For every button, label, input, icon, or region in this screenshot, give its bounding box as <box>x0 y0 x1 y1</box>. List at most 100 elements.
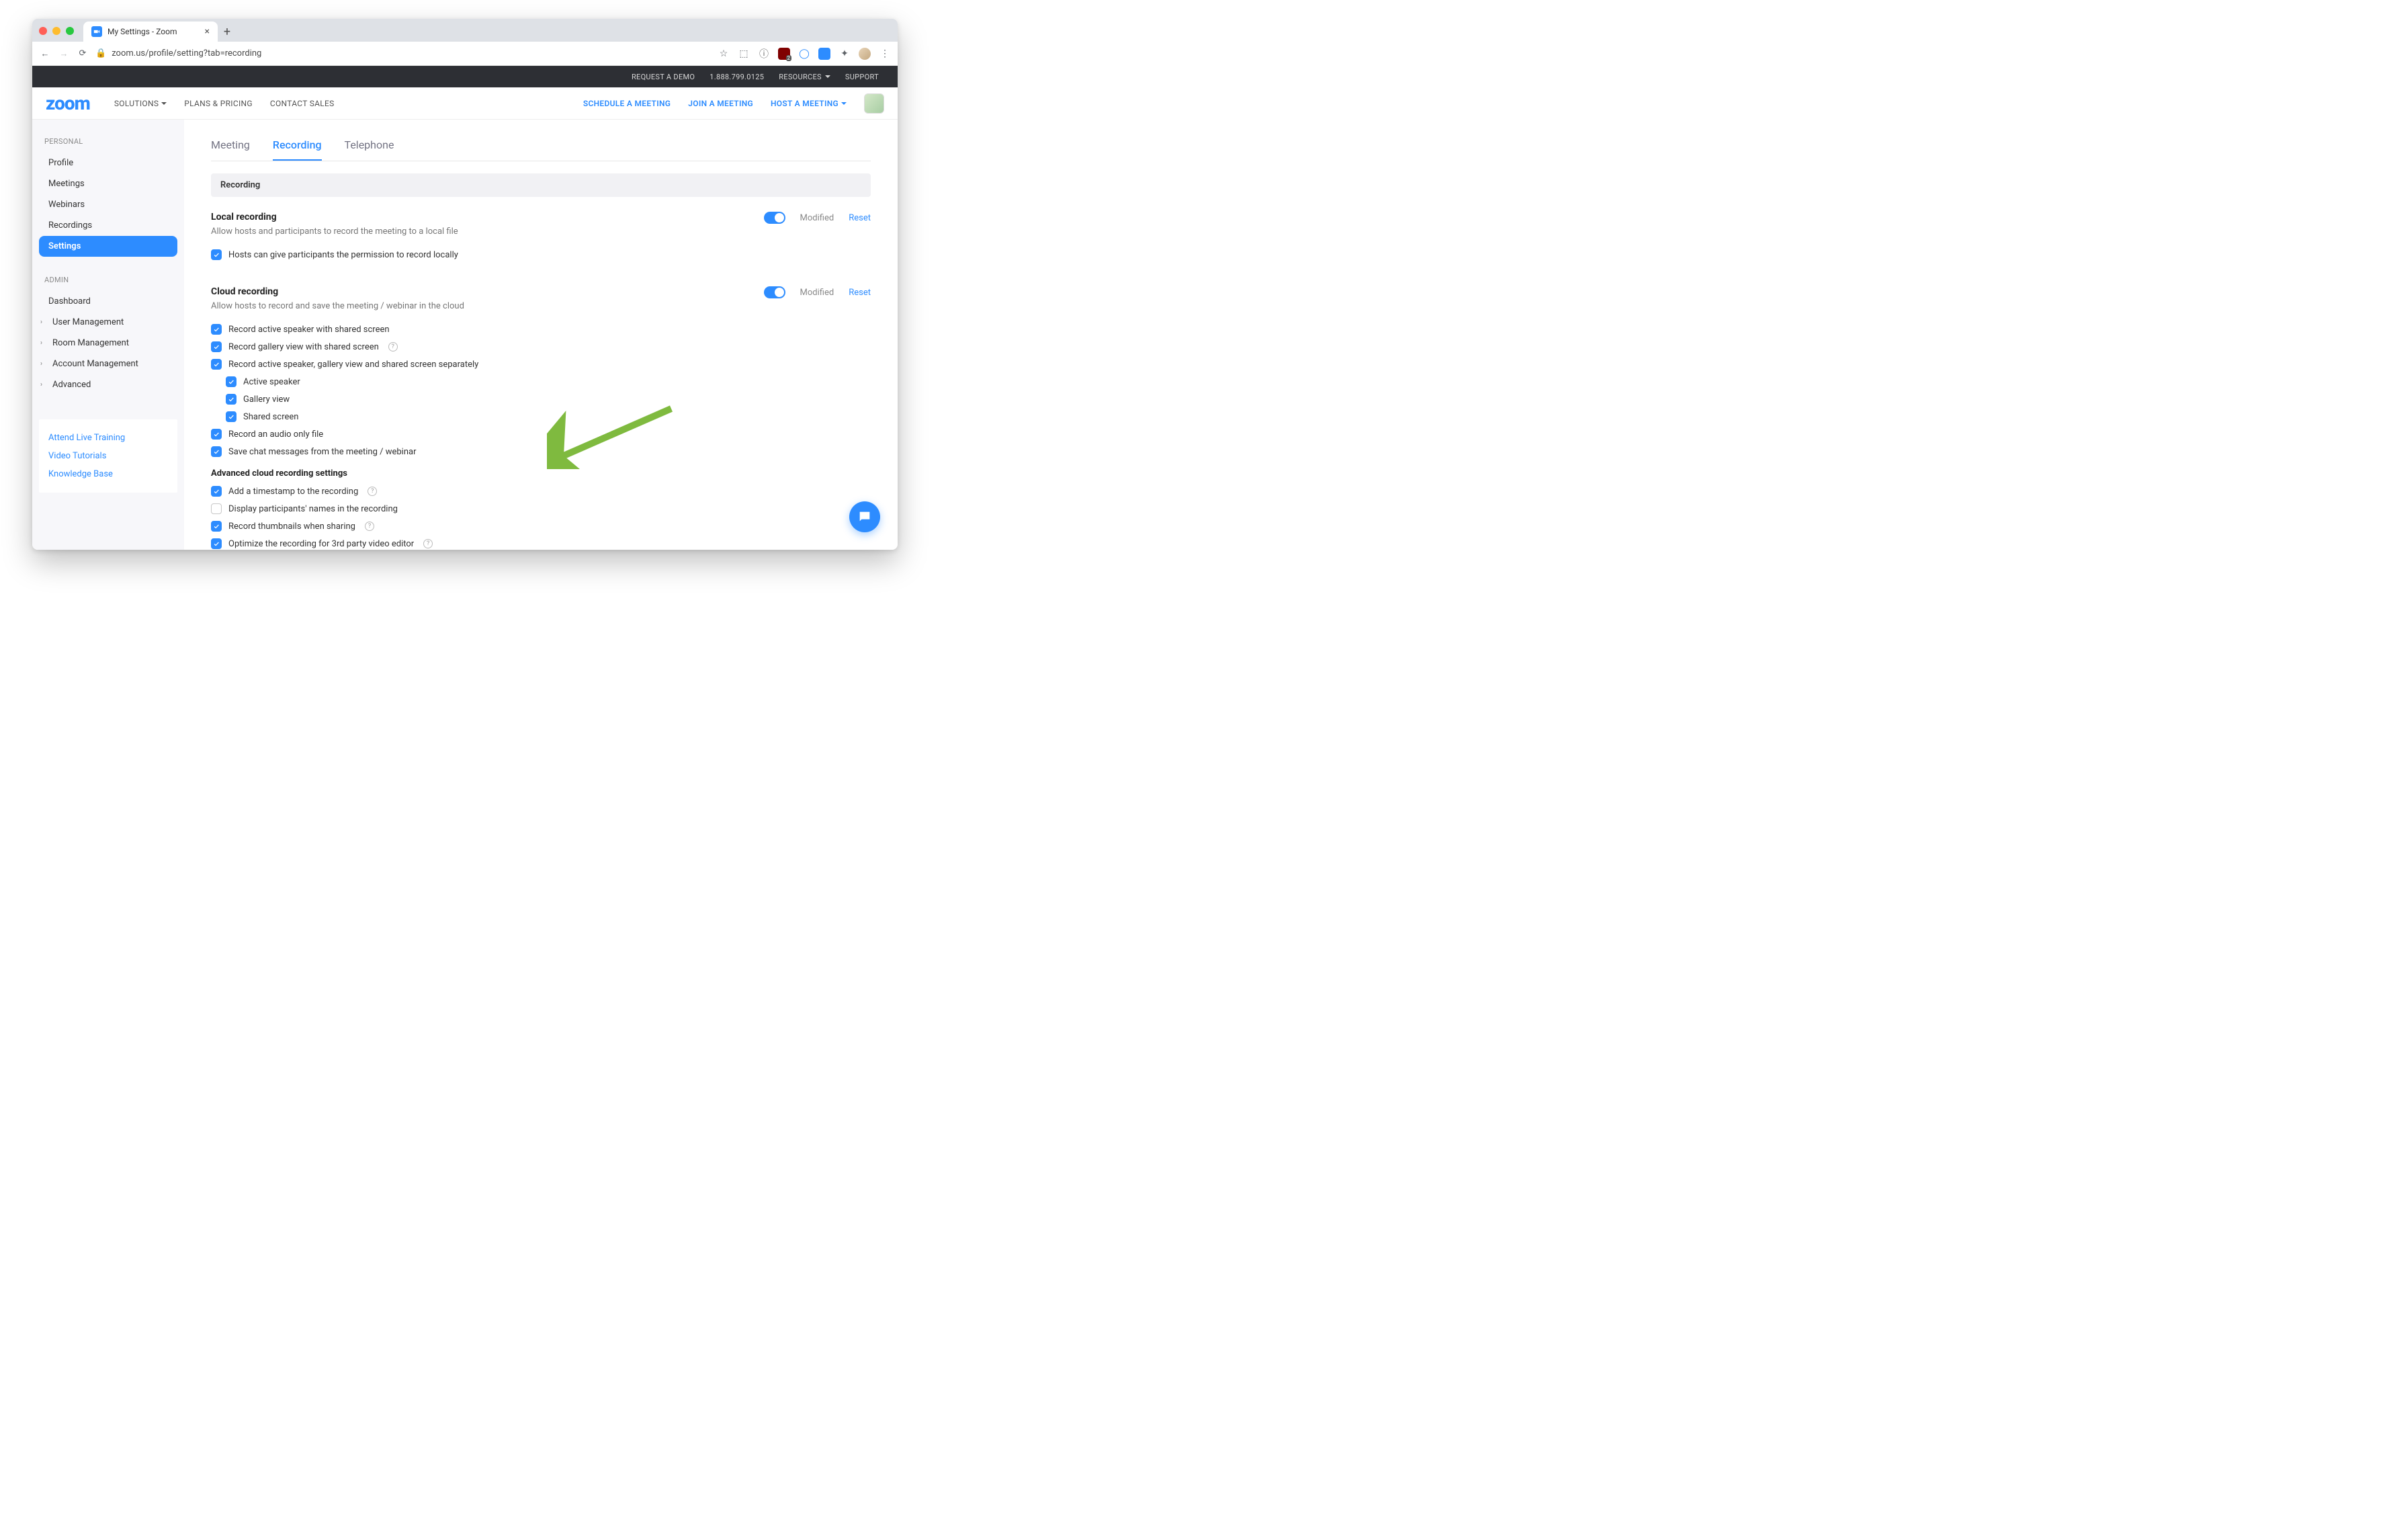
tab-telephone[interactable]: Telephone <box>345 134 394 161</box>
active-speaker-sub-label: Active speaker <box>243 377 300 387</box>
ublock-icon[interactable]: 2 <box>778 48 790 60</box>
local-recording-desc: Allow hosts and participants to record t… <box>211 226 681 237</box>
nav-host-meeting[interactable]: HOST A MEETING <box>771 99 847 108</box>
save-chat-checkbox[interactable] <box>211 446 222 457</box>
advanced-settings-header: Advanced cloud recording settings <box>211 468 871 479</box>
display-names-label: Display participants' names in the recor… <box>228 504 398 514</box>
settings-sidebar: PERSONAL Profile Meetings Webinars Recor… <box>32 120 184 550</box>
sidebar-item-settings[interactable]: Settings <box>39 236 177 257</box>
personal-section-label: PERSONAL <box>39 133 177 153</box>
back-button[interactable]: ← <box>39 48 51 59</box>
chevron-right-icon: › <box>40 319 48 326</box>
record-active-speaker-checkbox[interactable] <box>211 324 222 335</box>
new-tab-button[interactable]: + <box>218 22 236 42</box>
chat-support-button[interactable] <box>849 501 880 532</box>
admin-section-label: ADMIN <box>39 272 177 291</box>
profile-avatar-icon[interactable] <box>859 48 871 60</box>
help-icon[interactable]: ? <box>388 342 398 351</box>
sidebar-item-recordings[interactable]: Recordings <box>39 215 177 236</box>
local-hosts-permission-label: Hosts can give participants the permissi… <box>228 250 458 260</box>
sidebar-item-advanced[interactable]: ›Advanced <box>39 374 177 395</box>
browser-tab[interactable]: My Settings - Zoom × <box>83 22 218 42</box>
optimize-3rdparty-checkbox[interactable] <box>211 538 222 549</box>
phone-number[interactable]: 1.888.799.0125 <box>710 73 764 81</box>
sidebar-item-account-management[interactable]: ›Account Management <box>39 354 177 374</box>
cloud-recording-setting: Cloud recording Allow hosts to record an… <box>211 286 871 550</box>
minimize-window-button[interactable] <box>52 27 60 35</box>
record-separately-label: Record active speaker, gallery view and … <box>228 360 478 370</box>
close-tab-icon[interactable]: × <box>205 27 210 36</box>
cloud-recording-toggle[interactable] <box>764 286 785 298</box>
record-separately-checkbox[interactable] <box>211 359 222 370</box>
star-icon[interactable]: ☆ <box>718 48 730 60</box>
browser-toolbar: ← → ⟳ 🔒 zoom.us/profile/setting?tab=reco… <box>32 42 898 66</box>
modified-label: Modified <box>800 213 834 223</box>
user-avatar[interactable] <box>864 93 884 114</box>
tab-title: My Settings - Zoom <box>108 27 177 36</box>
sidebar-item-webinars[interactable]: Webinars <box>39 194 177 215</box>
chevron-right-icon: › <box>40 360 48 368</box>
cloud-recording-desc: Allow hosts to record and save the meeti… <box>211 301 681 311</box>
nav-contact[interactable]: CONTACT SALES <box>270 99 335 108</box>
tab-meeting[interactable]: Meeting <box>211 134 250 161</box>
zoom-extension-icon[interactable] <box>818 48 830 60</box>
attend-training-link[interactable]: Attend Live Training <box>47 429 169 447</box>
extension-icon-1[interactable]: ⬚ <box>738 48 750 60</box>
chevron-right-icon: › <box>40 339 48 347</box>
extension-icon-3[interactable]: ◯ <box>798 48 810 60</box>
help-icon[interactable]: ? <box>365 522 374 531</box>
shared-screen-sub-checkbox[interactable] <box>226 411 236 422</box>
timestamp-label: Add a timestamp to the recording <box>228 487 358 497</box>
url-text: zoom.us/profile/setting?tab=recording <box>112 48 261 58</box>
nav-join-meeting[interactable]: JOIN A MEETING <box>688 99 753 108</box>
sidebar-item-room-management[interactable]: ›Room Management <box>39 333 177 354</box>
reset-button[interactable]: Reset <box>849 213 871 223</box>
zoom-main-nav: zoom SOLUTIONS PLANS & PRICING CONTACT S… <box>32 87 898 120</box>
knowledge-base-link[interactable]: Knowledge Base <box>47 465 169 483</box>
tab-recording[interactable]: Recording <box>273 134 322 161</box>
local-hosts-permission-checkbox[interactable] <box>211 249 222 260</box>
sidebar-item-user-management[interactable]: ›User Management <box>39 312 177 333</box>
shared-screen-sub-label: Shared screen <box>243 412 298 422</box>
extension-icon-2[interactable]: ⓘ <box>758 48 770 60</box>
window-controls[interactable] <box>39 27 83 42</box>
reload-button[interactable]: ⟳ <box>77 48 89 58</box>
nav-solutions[interactable]: SOLUTIONS <box>114 99 167 108</box>
sidebar-item-dashboard[interactable]: Dashboard <box>39 291 177 312</box>
cloud-recording-title: Cloud recording <box>211 286 681 297</box>
extensions-menu-icon[interactable]: ✦ <box>838 48 851 60</box>
request-demo-link[interactable]: REQUEST A DEMO <box>632 73 695 81</box>
forward-button[interactable]: → <box>58 48 70 59</box>
local-recording-toggle[interactable] <box>764 212 785 224</box>
video-tutorials-link[interactable]: Video Tutorials <box>47 447 169 465</box>
browser-menu-icon[interactable]: ⋮ <box>879 48 891 60</box>
record-gallery-checkbox[interactable] <box>211 341 222 352</box>
zoom-logo[interactable]: zoom <box>46 92 90 114</box>
sidebar-item-meetings[interactable]: Meetings <box>39 173 177 194</box>
help-icon[interactable]: ? <box>423 539 433 548</box>
audio-only-checkbox[interactable] <box>211 429 222 440</box>
settings-tabs: Meeting Recording Telephone <box>211 134 871 161</box>
resources-dropdown[interactable]: RESOURCES <box>779 73 830 81</box>
optimize-3rdparty-label: Optimize the recording for 3rd party vid… <box>228 539 414 549</box>
help-icon[interactable]: ? <box>368 487 377 496</box>
audio-only-label: Record an audio only file <box>228 429 323 440</box>
timestamp-checkbox[interactable] <box>211 486 222 497</box>
support-link[interactable]: SUPPORT <box>845 73 879 81</box>
url-bar[interactable]: 🔒 zoom.us/profile/setting?tab=recording <box>95 48 711 58</box>
nav-schedule-meeting[interactable]: SCHEDULE A MEETING <box>583 99 671 108</box>
close-window-button[interactable] <box>39 27 47 35</box>
active-speaker-sub-checkbox[interactable] <box>226 376 236 387</box>
sidebar-item-profile[interactable]: Profile <box>39 153 177 173</box>
local-recording-title: Local recording <box>211 212 681 222</box>
gallery-view-sub-checkbox[interactable] <box>226 394 236 405</box>
display-names-checkbox[interactable] <box>211 503 222 514</box>
zoom-utility-bar: REQUEST A DEMO 1.888.799.0125 RESOURCES … <box>32 66 898 87</box>
reset-button[interactable]: Reset <box>849 288 871 298</box>
chevron-right-icon: › <box>40 381 48 388</box>
browser-titlebar: My Settings - Zoom × + <box>32 19 898 42</box>
maximize-window-button[interactable] <box>66 27 74 35</box>
save-chat-label: Save chat messages from the meeting / we… <box>228 447 417 457</box>
thumbnails-checkbox[interactable] <box>211 521 222 532</box>
nav-plans[interactable]: PLANS & PRICING <box>184 99 253 108</box>
